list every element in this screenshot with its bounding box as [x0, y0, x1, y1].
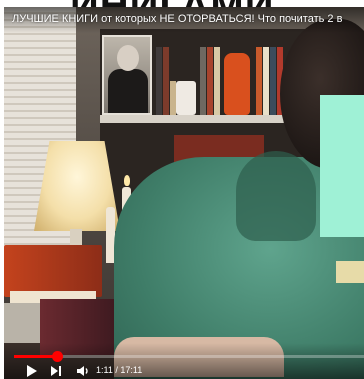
scrubber-handle[interactable] — [52, 351, 63, 362]
candle-flame — [124, 175, 130, 186]
play-icon[interactable] — [26, 364, 38, 378]
shelf-book — [163, 47, 169, 115]
shelf-book — [256, 47, 262, 115]
vase — [224, 53, 250, 115]
video-player[interactable]: ЛУЧШИЕ КНИГИ от которых НЕ ОТОРВАТЬСЯ! Ч… — [4, 7, 364, 379]
face-redaction — [320, 95, 364, 237]
portrait-figure — [108, 69, 148, 113]
current-time: 1:11 — [96, 365, 113, 375]
duration: 17:11 — [120, 365, 143, 375]
video-title[interactable]: ЛУЧШИЕ КНИГИ от которых НЕ ОТОРВАТЬСЯ! Ч… — [12, 13, 364, 25]
book-orange — [4, 245, 102, 297]
shelf-book — [214, 47, 220, 115]
held-book — [336, 261, 364, 283]
hoodie-hood — [236, 151, 316, 241]
shelf-book — [156, 47, 162, 115]
time-display: 1:11 / 17:11 — [96, 365, 142, 375]
shelf-book — [263, 47, 269, 115]
next-icon[interactable] — [50, 364, 62, 378]
progress-bar[interactable] — [14, 351, 364, 362]
title-bar: ЛУЧШИЕ КНИГИ от которых НЕ ОТОРВАТЬСЯ! Ч… — [4, 7, 364, 33]
shelf-book — [200, 47, 206, 115]
progress-played — [14, 355, 57, 358]
shelf-book — [207, 47, 213, 115]
jar — [176, 81, 196, 115]
volume-icon[interactable] — [76, 364, 90, 378]
portrait-face — [117, 45, 139, 71]
video-frame[interactable] — [4, 7, 364, 379]
shelf-book — [270, 47, 276, 115]
